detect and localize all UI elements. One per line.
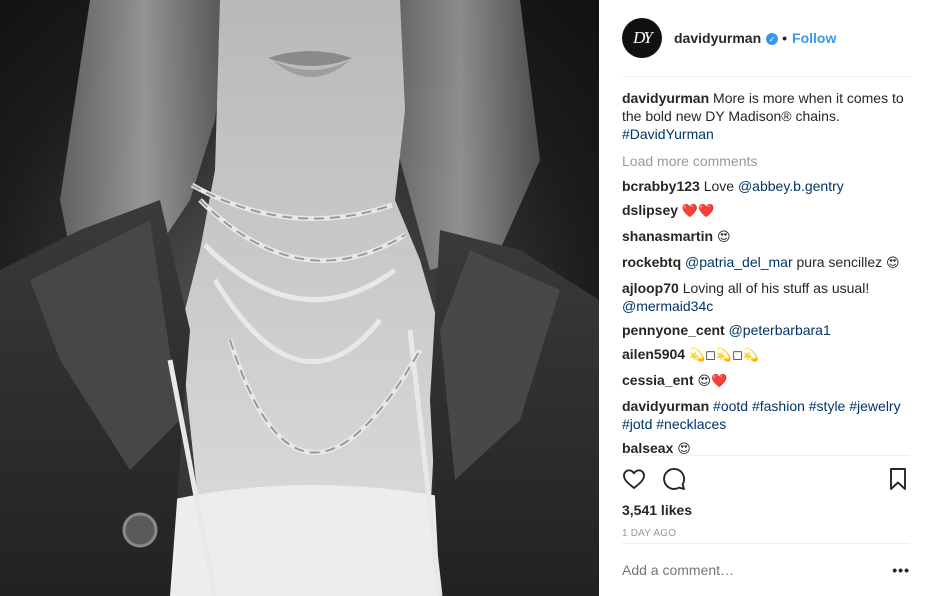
comment-text: pura sencillez: [792, 254, 887, 270]
comment-icon[interactable]: [662, 467, 686, 491]
post-header: DY davidyurman ✓ • Follow: [622, 0, 910, 77]
comment-text: Love: [703, 178, 738, 194]
comment-emoji: 😍: [677, 442, 691, 454]
comment-item: balseax 😍: [622, 439, 910, 454]
comment-username[interactable]: bcrabby123: [622, 178, 700, 194]
comment-username[interactable]: rockebtq: [622, 254, 681, 270]
comment-mention[interactable]: @peterbarbara1: [729, 322, 831, 338]
load-more-comments-button[interactable]: Load more comments: [622, 153, 910, 169]
photo-illustration: [0, 0, 599, 596]
comment-item: rockebtq @patria_del_mar pura sencillez …: [622, 253, 910, 273]
comment-mention[interactable]: @abbey.b.gentry: [738, 178, 844, 194]
comment-item: cessia_ent 😍❤️: [622, 371, 910, 391]
comment-emoji: ❤️❤️: [681, 204, 715, 219]
likes-count[interactable]: 3,541 likes: [622, 502, 910, 522]
comment-item: pennyone_cent @peterbarbara1: [622, 321, 910, 339]
comment-username[interactable]: ajloop70: [622, 280, 679, 296]
follow-button[interactable]: Follow: [792, 30, 836, 46]
comment-username[interactable]: shanasmartin: [622, 228, 713, 244]
comment-emoji: 💫◻💫◻💫: [688, 348, 760, 363]
comment-text: Loving all of his stuff as usual!: [682, 280, 870, 296]
comment-username[interactable]: balseax: [622, 440, 673, 454]
post-timestamp[interactable]: 1 DAY AGO: [622, 528, 910, 539]
post-actions-section: 3,541 likes 1 DAY AGO: [622, 455, 910, 539]
comment-item: davidyurman #ootd #fashion #style #jewel…: [622, 397, 910, 433]
more-options-icon[interactable]: •••: [892, 562, 910, 578]
comment-item: bcrabby123 Love @abbey.b.gentry: [622, 177, 910, 195]
comment-emoji: 😍❤️: [697, 374, 728, 389]
comment-mention[interactable]: @mermaid34c: [622, 298, 713, 314]
caption-hashtag[interactable]: #DavidYurman: [622, 126, 714, 142]
avatar[interactable]: DY: [622, 18, 662, 58]
post-side-panel: DY davidyurman ✓ • Follow davidyurman Mo…: [599, 0, 933, 596]
comment-username[interactable]: ailen5904: [622, 346, 685, 362]
header-username[interactable]: davidyurman: [674, 30, 761, 46]
caption-username[interactable]: davidyurman: [622, 90, 709, 106]
comment-emoji: 😍: [886, 256, 900, 271]
comment-mention[interactable]: @patria_del_mar: [685, 254, 793, 270]
comment-item: ailen5904 💫◻💫◻💫: [622, 345, 910, 365]
comment-item: ajloop70 Loving all of his stuff as usua…: [622, 279, 910, 315]
comment-emoji: 😍: [716, 230, 731, 245]
comment-item: dslipsey ❤️❤️: [622, 201, 910, 221]
post-caption: davidyurman More is more when it comes t…: [622, 89, 910, 143]
add-comment-bar: •••: [622, 543, 910, 596]
comment-username[interactable]: davidyurman: [622, 398, 709, 414]
add-comment-input[interactable]: [622, 562, 893, 578]
post-photo[interactable]: [0, 0, 599, 596]
header-separator: •: [782, 30, 788, 46]
bookmark-icon[interactable]: [886, 467, 910, 491]
comment-item: shanasmartin 😍: [622, 227, 910, 247]
verified-badge-icon: ✓: [766, 33, 779, 45]
comment-username[interactable]: pennyone_cent: [622, 322, 725, 338]
comment-username[interactable]: cessia_ent: [622, 372, 694, 388]
heart-icon[interactable]: [622, 467, 646, 491]
instagram-post: DY davidyurman ✓ • Follow davidyurman Mo…: [0, 0, 933, 596]
comment-username[interactable]: dslipsey: [622, 202, 678, 218]
comments-list[interactable]: davidyurman More is more when it comes t…: [622, 77, 910, 454]
avatar-monogram: DY: [633, 28, 653, 47]
action-bar: [622, 456, 910, 502]
